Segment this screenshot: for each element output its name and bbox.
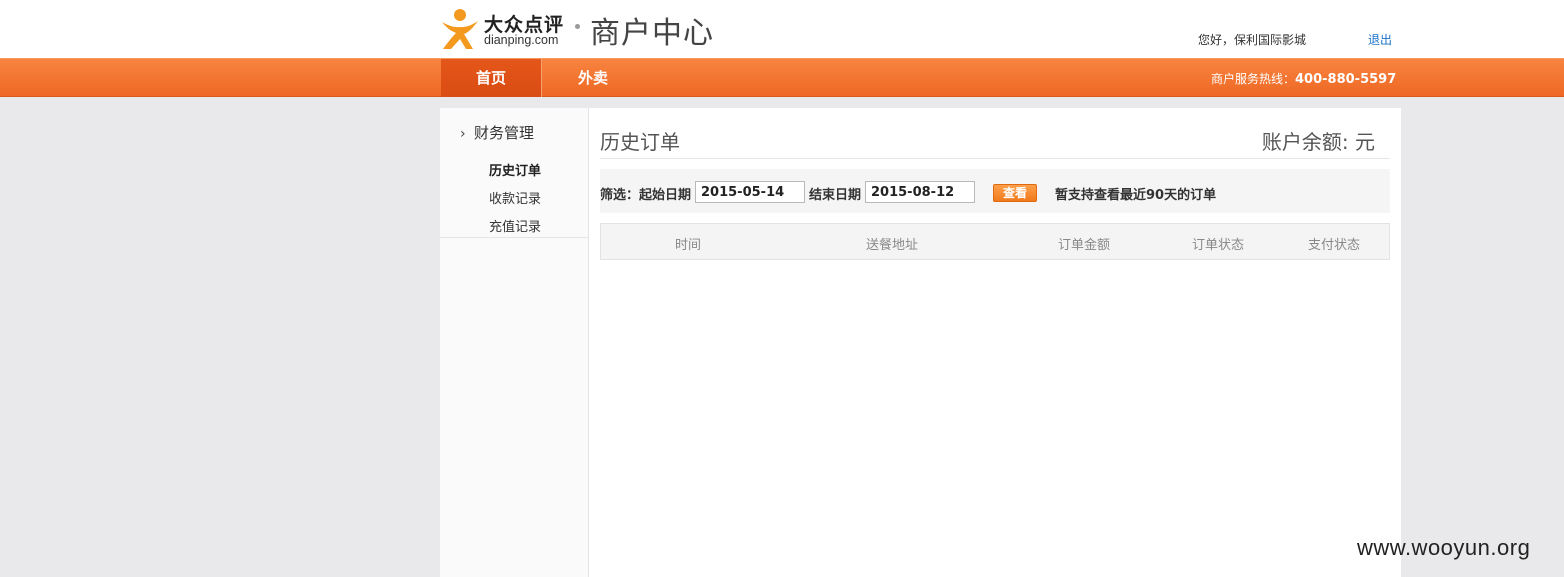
sidebar-finance-group: › 财务管理 历史订单 收款记录 充值记录: [440, 108, 589, 238]
column-header-amount[interactable]: 订单金额: [1058, 234, 1110, 253]
column-header-time[interactable]: 时间: [675, 234, 701, 253]
nav-tab-takeout[interactable]: 外卖: [553, 59, 633, 97]
column-header-address[interactable]: 送餐地址: [866, 234, 918, 253]
filter-bar: 筛选：起始日期 结束日期 查看 暂支持查看最近90天的订单: [600, 169, 1390, 213]
sidebar: › 财务管理 历史订单 收款记录 充值记录: [440, 108, 589, 577]
sidebar-item-recharge-records[interactable]: 充值记录: [489, 216, 541, 235]
main-container: › 财务管理 历史订单 收款记录 充值记录 历史订单 账户余额: 元 筛选：起始日…: [440, 108, 1401, 577]
chevron-right-icon: ›: [460, 126, 466, 142]
account-balance: 账户余额: 元: [1261, 130, 1375, 154]
logo-english-text: dianping.com: [484, 33, 559, 47]
orders-table-header: 时间 送餐地址 订单金额 订单状态 支付状态: [600, 223, 1390, 260]
page-title: 历史订单: [600, 130, 680, 154]
site-header: 大众点评 dianping.com 商户中心 您好，保利国际影城 退出: [0, 0, 1564, 58]
dianping-logo[interactable]: 大众点评 dianping.com: [440, 8, 590, 50]
title-separator-dot: [575, 24, 580, 29]
sidebar-section-label: 财务管理: [474, 124, 535, 142]
sidebar-section-finance[interactable]: › 财务管理: [460, 122, 534, 143]
filter-note: 暂支持查看最近90天的订单: [1055, 188, 1217, 203]
title-divider: [600, 158, 1390, 159]
watermark-text: www.wooyun.org: [1357, 535, 1531, 560]
filter-start-label: 筛选：起始日期: [600, 188, 692, 203]
query-button[interactable]: 查看: [993, 184, 1037, 202]
hotline-label: 商户服务热线：: [1211, 72, 1296, 86]
main-nav-bar: 首页 外卖 商户服务热线：400-880-5597: [0, 58, 1564, 97]
nav-tab-home[interactable]: 首页: [441, 59, 542, 97]
service-hotline: 商户服务热线：400-880-5597: [1211, 70, 1396, 87]
filter-end-label: 结束日期: [809, 188, 862, 203]
column-header-order-status[interactable]: 订单状态: [1192, 234, 1244, 253]
dianping-mascot-icon: [442, 9, 478, 49]
logout-link[interactable]: 退出: [1368, 31, 1392, 48]
sidebar-item-order-history[interactable]: 历史订单: [489, 160, 541, 179]
sidebar-item-payment-records[interactable]: 收款记录: [489, 188, 541, 207]
user-greeting: 您好，保利国际影城: [1198, 33, 1307, 47]
merchant-center-title: 商户中心: [590, 16, 714, 51]
column-header-payment-status[interactable]: 支付状态: [1308, 234, 1360, 253]
start-date-input[interactable]: [695, 181, 805, 203]
end-date-input[interactable]: [865, 181, 975, 203]
hotline-number: 400-880-5597: [1295, 72, 1397, 87]
main-content: 历史订单 账户余额: 元 筛选：起始日期 结束日期 查看 暂支持查看最近90天的…: [600, 108, 1390, 577]
